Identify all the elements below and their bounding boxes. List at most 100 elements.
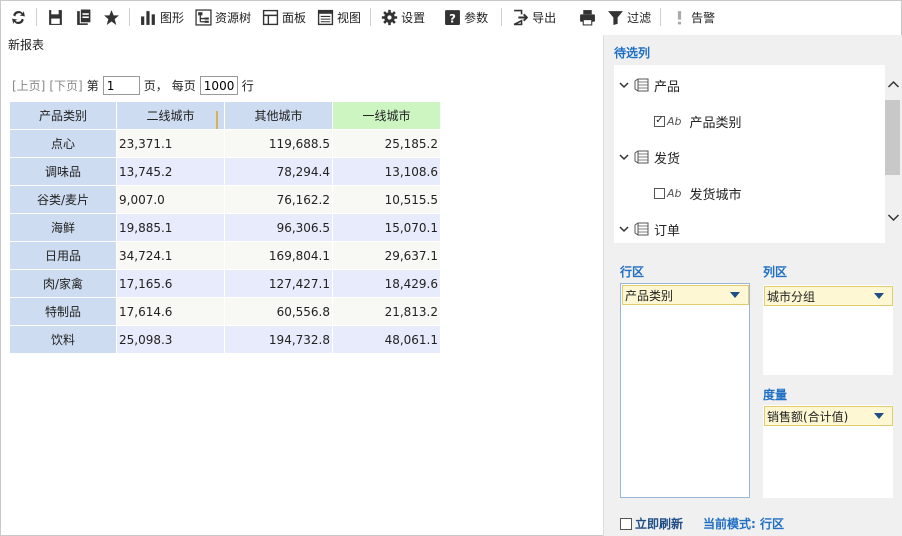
cell-tier1-city: 29,637.1 (332, 241, 441, 270)
instant-refresh-label[interactable]: 立即刷新 (635, 515, 683, 532)
save-icon (46, 8, 64, 26)
cell-other-city: 96,306.5 (224, 213, 333, 242)
settings-button[interactable]: 设置 (375, 5, 430, 29)
panel-button[interactable]: 面板 (256, 5, 311, 29)
cell-tier2-city: 13,745.2 (116, 157, 225, 186)
dropdown-arrow-icon[interactable] (730, 292, 740, 298)
current-mode-label: 当前模式: 行区 (703, 517, 784, 531)
tree-field-label: 发货城市 (689, 187, 742, 203)
printer-icon (578, 8, 596, 26)
scroll-down-icon[interactable] (887, 211, 900, 223)
tree-group[interactable]: 订单 (618, 219, 680, 239)
filter-button[interactable]: 过滤 (601, 5, 656, 29)
measure-zone[interactable]: 销售额(合计值) (763, 405, 893, 498)
rows-zone[interactable]: 产品类别 (620, 283, 750, 498)
view-icon (316, 8, 334, 26)
per-page-prefix: 每页 (171, 79, 196, 93)
funnel-icon (606, 8, 624, 26)
toolbar-divider (660, 8, 662, 26)
rows-per-page-input[interactable] (199, 76, 238, 95)
cell-tier1-city: 21,813.2 (332, 297, 441, 326)
view-button[interactable]: 视图 (311, 5, 366, 29)
page-number-input[interactable] (102, 76, 140, 95)
row-header-cell: 调味品 (9, 157, 117, 186)
cell-other-city: 127,427.1 (224, 269, 333, 298)
params-button[interactable]: ? 参数 (438, 5, 493, 29)
print-button[interactable] (573, 5, 601, 29)
alert-label: 告警 (691, 10, 716, 25)
next-page-link[interactable]: [下页] (49, 77, 82, 94)
instant-refresh-checkbox[interactable] (620, 517, 632, 530)
cell-tier1-city: 48,061.1 (332, 325, 441, 354)
save-button[interactable] (41, 5, 69, 29)
table-row: 谷类/麦片 9,007.0 76,162.2 10,515.5 (9, 185, 441, 214)
rows-field-pill[interactable]: 产品类别 (622, 285, 749, 305)
toolbar-divider (36, 8, 37, 26)
header-other-city[interactable]: 其他城市 (224, 101, 333, 130)
header-tier2-city[interactable]: 二线城市 (116, 101, 225, 130)
chevron-down-icon[interactable] (618, 151, 634, 163)
tree-field[interactable]: ✓ Ab 产品类别 (654, 111, 742, 131)
cell-other-city: 119,688.5 (224, 129, 333, 158)
resource-tree-button[interactable]: 资源树 (189, 5, 256, 29)
tree-field-label: 产品类别 (689, 115, 742, 131)
tree-group[interactable]: 发货 (618, 147, 680, 167)
chevron-down-icon[interactable] (618, 223, 634, 235)
prev-page-link[interactable]: [上页] (12, 77, 45, 94)
favorite-button[interactable] (97, 5, 125, 29)
measure-field-pill[interactable]: 销售额(合计值) (764, 406, 893, 426)
tree-group-label: 发货 (654, 151, 681, 167)
alert-button[interactable]: 告警 (665, 5, 720, 29)
table-row: 肉/家禽 17,165.6 127,427.1 18,429.6 (9, 269, 441, 298)
filter-label: 过滤 (627, 10, 652, 25)
chart-button[interactable]: 图形 (134, 5, 189, 29)
tree-field[interactable]: Ab 发货城市 (654, 183, 742, 203)
cols-field-label: 城市分组 (767, 289, 816, 304)
table-row: 点心 23,371.1 119,688.5 25,185.2 (9, 129, 441, 158)
field-checkbox[interactable] (654, 187, 665, 199)
dropdown-arrow-icon[interactable] (874, 413, 884, 419)
per-page-suffix: 行 (241, 79, 254, 93)
bar-chart-icon (139, 8, 157, 26)
table-row: 海鲜 19,885.1 96,306.5 15,070.1 (9, 213, 441, 242)
panel-footer: 立即刷新 当前模式: 行区 (620, 515, 784, 532)
cols-zone[interactable]: 城市分组 (763, 285, 893, 375)
table-row: 调味品 13,745.2 78,294.4 13,108.6 (9, 157, 441, 186)
row-header-cell: 点心 (9, 129, 117, 158)
chevron-down-icon[interactable] (618, 79, 634, 91)
header-category[interactable]: 产品类别 (9, 101, 117, 130)
header-tier1-city[interactable]: 一线城市 (332, 101, 441, 130)
tree-group[interactable]: 产品 (618, 75, 680, 95)
cols-field-pill[interactable]: 城市分组 (764, 286, 893, 306)
table-header-row: 产品类别 二线城市 其他城市 一线城市 (9, 101, 441, 130)
refresh-button[interactable] (4, 5, 32, 29)
dimension-icon (634, 221, 654, 237)
field-checkbox[interactable]: ✓ (654, 115, 665, 127)
toolbar-divider (370, 8, 372, 26)
row-header-cell: 特制品 (9, 297, 117, 326)
export-button[interactable]: 导出 (506, 5, 561, 29)
scroll-up-icon[interactable] (887, 79, 900, 91)
params-label: 参数 (464, 10, 489, 25)
field-tree: 产品 ✓ Ab 产品类别 发货 Ab 发货城市 订单 (614, 65, 885, 243)
pager: [上页] [下页] 第 页， 每页 行 (12, 76, 254, 95)
scroll-thumb[interactable] (885, 100, 900, 175)
cell-tier2-city: 17,165.6 (116, 269, 225, 298)
text-field-icon: Ab (667, 186, 682, 200)
dropdown-arrow-icon[interactable] (874, 293, 884, 299)
row-header-cell: 海鲜 (9, 213, 117, 242)
tree-scrollbar[interactable] (885, 65, 902, 243)
panel-icon (261, 8, 279, 26)
cell-tier2-city: 34,724.1 (116, 241, 225, 270)
gear-icon (380, 8, 398, 26)
cell-other-city: 169,804.1 (224, 241, 333, 270)
save-as-button[interactable] (69, 5, 97, 29)
dimension-icon (634, 149, 654, 165)
save-as-icon (74, 8, 92, 26)
cell-other-city: 194,732.8 (224, 325, 333, 354)
star-icon (102, 8, 120, 26)
rows-field-label: 产品类别 (625, 288, 674, 303)
cell-tier2-city: 9,007.0 (116, 185, 225, 214)
column-resize-handle[interactable] (216, 111, 218, 129)
cell-tier2-city: 17,614.6 (116, 297, 225, 326)
